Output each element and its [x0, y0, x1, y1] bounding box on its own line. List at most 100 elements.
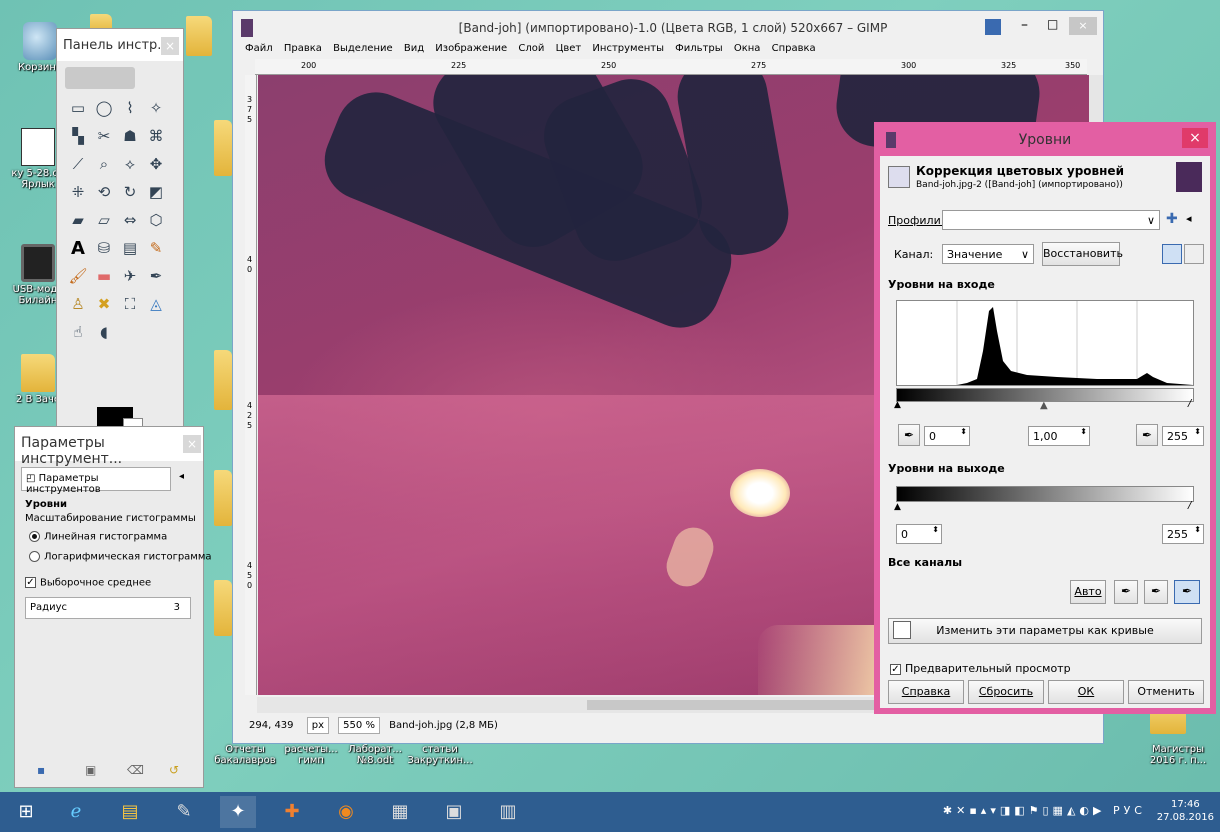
- color-picker-icon[interactable]: ⟋: [67, 153, 89, 175]
- low-slider-handle[interactable]: ▲: [894, 400, 901, 410]
- align-icon[interactable]: ⁜: [67, 181, 89, 203]
- desktop-icon-articles[interactable]: статьи Закруткин...: [402, 744, 478, 766]
- tool-options-close-button[interactable]: ×: [183, 435, 201, 453]
- measure-icon[interactable]: ⟡: [119, 153, 141, 175]
- desktop-icon-gimp-calc[interactable]: расчеты... гимп: [276, 744, 346, 766]
- cancel-button[interactable]: Отменить: [1128, 680, 1204, 704]
- linear-histogram-icon[interactable]: [1162, 244, 1182, 264]
- smudge-icon[interactable]: ☝: [67, 321, 89, 343]
- black-point-picker-icon[interactable]: ✒: [898, 424, 920, 446]
- rect-select-icon[interactable]: ▭: [67, 97, 89, 119]
- airbrush-icon[interactable]: ✈: [119, 265, 141, 287]
- reset-options-icon[interactable]: ↺: [169, 763, 179, 777]
- transform-icon[interactable]: ⟲: [93, 181, 115, 203]
- high-slider-handle[interactable]: /: [1188, 398, 1191, 409]
- menu-color[interactable]: Цвет: [556, 43, 582, 54]
- tray-icons[interactable]: ✱✕▪▴▾◨◧⚑▯▦◭◐▶: [943, 804, 1106, 817]
- desktop-icon-lab8[interactable]: Лаборат... №8.odt: [340, 744, 410, 766]
- tool-options-tab[interactable]: ◰ Параметры инструментов: [21, 467, 171, 495]
- rotate-icon[interactable]: ↻: [119, 181, 141, 203]
- output-high-handle[interactable]: /: [1188, 500, 1191, 511]
- image-viewer-icon[interactable]: ▣: [436, 796, 472, 828]
- white-point-picker-icon[interactable]: ✒: [1136, 424, 1158, 446]
- ok-button[interactable]: ОК: [1048, 680, 1124, 704]
- save-options-icon[interactable]: ▪: [37, 763, 45, 777]
- blend-icon[interactable]: ▤: [119, 237, 141, 259]
- desktop-icon-reports[interactable]: Отчеты бакалавров: [210, 744, 280, 766]
- blender-icon[interactable]: ◉: [328, 796, 364, 828]
- document-icon[interactable]: ▥: [490, 796, 526, 828]
- reset-button[interactable]: Сбросить: [968, 680, 1044, 704]
- log-histogram-radio[interactable]: Логарифмическая гистограмма: [29, 551, 212, 563]
- paths-icon[interactable]: ⌘: [145, 125, 167, 147]
- ellipse-select-icon[interactable]: ◯: [93, 97, 115, 119]
- scissors-icon[interactable]: ✂: [93, 125, 115, 147]
- radius-slider[interactable]: Радиус 3: [25, 597, 191, 619]
- scale-icon[interactable]: ◩: [145, 181, 167, 203]
- bucket-fill-icon[interactable]: ⛁: [93, 237, 115, 259]
- perspective-clone-icon[interactable]: ⛶: [119, 293, 141, 315]
- toolbox-close-button[interactable]: ×: [161, 37, 179, 55]
- desktop-icon-masters[interactable]: Магистры 2016 г. п...: [1140, 744, 1216, 766]
- file-explorer-icon[interactable]: ▤: [112, 796, 148, 828]
- internet-explorer-icon[interactable]: ℯ: [58, 796, 94, 828]
- output-low-handle[interactable]: ▲: [894, 502, 901, 512]
- input-high-field[interactable]: 255 ⬍: [1162, 426, 1204, 446]
- input-low-field[interactable]: 0 ⬍: [924, 426, 970, 446]
- close-button[interactable]: ×: [1069, 17, 1097, 35]
- flip-icon[interactable]: ⇔: [119, 209, 141, 231]
- start-button[interactable]: ⊞: [8, 796, 44, 828]
- menu-layer[interactable]: Слой: [518, 43, 544, 54]
- delete-options-icon[interactable]: ⌫: [127, 763, 144, 777]
- minimize-button[interactable]: –: [1021, 17, 1028, 33]
- menu-view[interactable]: Вид: [404, 43, 424, 54]
- menu-edit[interactable]: Правка: [284, 43, 322, 54]
- profile-menu-icon[interactable]: ◂: [1186, 212, 1192, 225]
- reset-channel-button[interactable]: Восстановить: [1042, 242, 1123, 266]
- channel-select[interactable]: Значение ∨: [942, 244, 1034, 264]
- app-icon[interactable]: ✎: [166, 796, 202, 828]
- unit-select[interactable]: px: [306, 717, 329, 734]
- pencil-icon[interactable]: ✎: [145, 237, 167, 259]
- gimp-taskbar-icon[interactable]: ✦: [220, 796, 256, 828]
- app-icon[interactable]: ✚: [274, 796, 310, 828]
- preview-checkbox[interactable]: ✓ Предварительный просмотр: [890, 662, 1071, 675]
- black-point-picker-icon[interactable]: ✒: [1114, 580, 1138, 604]
- foreground-select-icon[interactable]: ☗: [119, 125, 141, 147]
- menu-file[interactable]: Файл: [245, 43, 273, 54]
- fuzzy-select-icon[interactable]: ✧: [145, 97, 167, 119]
- blur-icon[interactable]: ◬: [145, 293, 167, 315]
- white-point-picker-icon[interactable]: ✒: [1174, 580, 1200, 604]
- menu-tools[interactable]: Инструменты: [592, 43, 664, 54]
- menu-help[interactable]: Справка: [772, 43, 816, 54]
- zoom-icon[interactable]: ⌕: [93, 153, 115, 175]
- gray-point-picker-icon[interactable]: ✒: [1144, 580, 1168, 604]
- log-histogram-icon[interactable]: [1184, 244, 1204, 264]
- language-indicator[interactable]: РУС: [1113, 804, 1146, 817]
- move-icon[interactable]: ✥: [145, 153, 167, 175]
- sample-merged-checkbox[interactable]: ✓ Выборочное среднее: [25, 577, 151, 589]
- cage-icon[interactable]: ⬡: [145, 209, 167, 231]
- menu-windows[interactable]: Окна: [734, 43, 761, 54]
- color-select-icon[interactable]: ▚: [67, 125, 89, 147]
- ink-icon[interactable]: ✒: [145, 265, 167, 287]
- gamma-slider-handle[interactable]: ▲: [1040, 400, 1048, 411]
- zoom-select[interactable]: 550 %: [338, 717, 380, 734]
- text-icon[interactable]: A: [67, 237, 89, 259]
- help-button[interactable]: Справка: [888, 680, 964, 704]
- input-gamma-field[interactable]: 1,00 ⬍: [1028, 426, 1090, 446]
- maximize-button[interactable]: □: [1047, 17, 1058, 31]
- free-select-icon[interactable]: ⌇: [119, 97, 141, 119]
- clone-icon[interactable]: ♙: [67, 293, 89, 315]
- perspective-icon[interactable]: ▱: [93, 209, 115, 231]
- levels-close-button[interactable]: ×: [1182, 128, 1208, 148]
- clock[interactable]: 17:46 27.08.2016: [1157, 798, 1214, 824]
- eraser-icon[interactable]: ▬: [93, 265, 115, 287]
- edit-as-curves-button[interactable]: Изменить эти параметры как кривые: [888, 618, 1202, 644]
- heal-icon[interactable]: ✖: [93, 293, 115, 315]
- tab-menu-icon[interactable]: ◂: [179, 471, 184, 482]
- output-high-field[interactable]: 255 ⬍: [1162, 524, 1204, 544]
- add-profile-icon[interactable]: ✚: [1166, 211, 1178, 227]
- shear-icon[interactable]: ▰: [67, 209, 89, 231]
- linear-histogram-radio[interactable]: Линейная гистограмма: [29, 531, 167, 543]
